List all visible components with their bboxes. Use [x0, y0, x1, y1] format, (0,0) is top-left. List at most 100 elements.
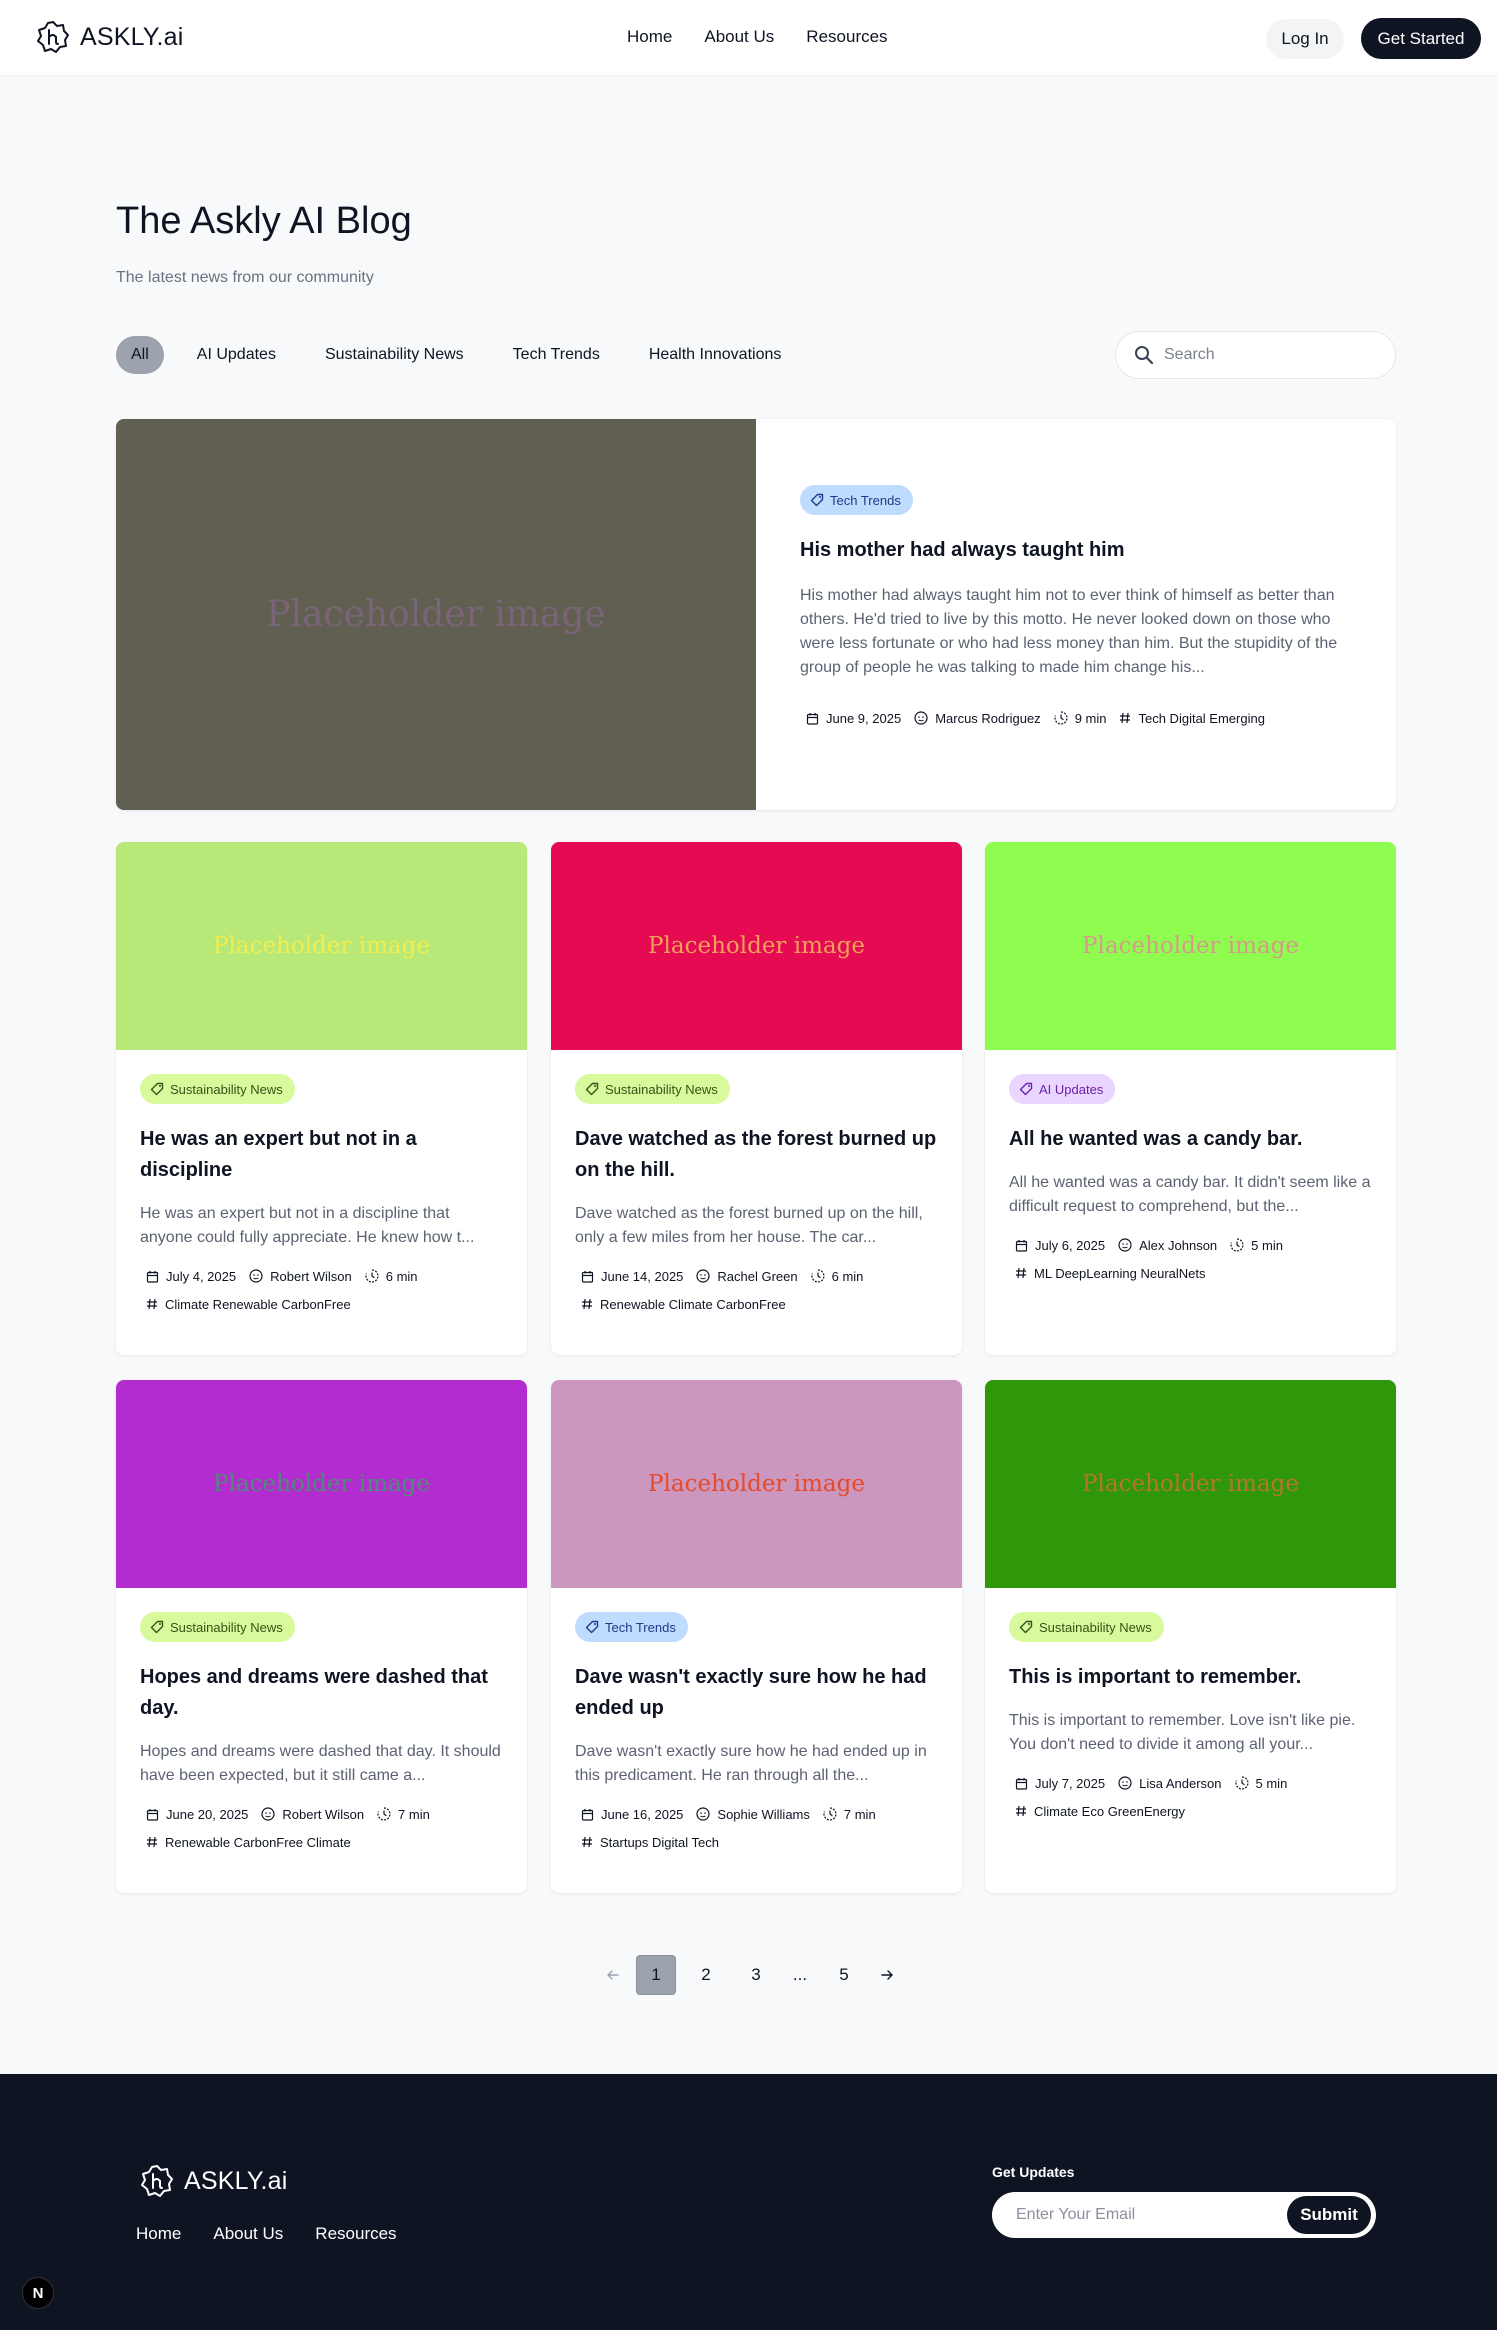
arrow-left-icon — [607, 1970, 619, 1980]
post-image: Placeholder image — [551, 1380, 962, 1588]
tag-icon — [150, 1620, 164, 1634]
nav-resources[interactable]: Resources — [806, 27, 887, 47]
footer-brand-name: ASKLY.ai — [184, 2166, 288, 2195]
post-meta: June 20, 2025 Robert Wilson 7 min Renewable… — [140, 1806, 503, 1850]
footer-nav-resources[interactable]: Resources — [315, 2224, 396, 2244]
tag-icon — [810, 493, 824, 507]
filter-sustainability-news[interactable]: Sustainability News — [309, 336, 480, 374]
post-card[interactable]: Placeholder image Tech Trends Dave wasn't … — [551, 1380, 962, 1893]
user-icon — [261, 1807, 276, 1821]
post-tag-label: Sustainability News — [1039, 1619, 1152, 1635]
search-placeholder: Search — [1164, 346, 1215, 363]
post-meta: July 7, 2025 Lisa Anderson 5 min Climate Ec… — [1009, 1775, 1372, 1819]
post-date: June 14, 2025 — [601, 1268, 684, 1284]
post-tag[interactable]: Sustainability News — [1009, 1612, 1164, 1642]
featured-author: Marcus Rodriguez — [935, 710, 1041, 726]
calendar-icon — [581, 1808, 594, 1821]
calendar-icon — [146, 1270, 159, 1283]
nav-home[interactable]: Home — [627, 27, 672, 47]
filter-ai-updates[interactable]: AI Updates — [181, 336, 292, 374]
post-read-time: 7 min — [398, 1806, 430, 1822]
post-title[interactable]: Dave wasn't exactly sure how he had ende… — [575, 1662, 938, 1724]
post-read-time: 5 min — [1251, 1237, 1283, 1253]
filter-all[interactable]: All — [116, 336, 164, 374]
page-ellipsis: ... — [792, 1965, 808, 1984]
clock-icon — [1234, 1776, 1249, 1790]
post-tag[interactable]: Sustainability News — [140, 1074, 295, 1104]
post-image-text: Placeholder image — [648, 933, 865, 959]
post-excerpt: Hopes and dreams were dashed that day. I… — [140, 1743, 501, 1784]
email-field[interactable]: Enter Your Email — [1016, 2206, 1135, 2224]
page-2-button[interactable]: 2 — [686, 1955, 726, 1995]
post-title[interactable]: Dave watched as the forest burned up on … — [575, 1124, 938, 1186]
post-image-text: Placeholder image — [1082, 1471, 1299, 1497]
search-input[interactable]: Search — [1115, 331, 1396, 379]
post-meta: June 14, 2025 Rachel Green 6 min Renewable … — [575, 1268, 938, 1312]
post-card[interactable]: Placeholder image Sustainability News He w… — [116, 842, 527, 1355]
post-author: Robert Wilson — [282, 1806, 365, 1822]
featured-tag[interactable]: Tech Trends — [800, 485, 913, 515]
hashtag-icon — [582, 1836, 592, 1848]
user-icon — [914, 711, 928, 725]
footer-nav-about-us[interactable]: About Us — [213, 2224, 283, 2244]
post-date: July 4, 2025 — [166, 1268, 237, 1284]
post-tag-label: AI Updates — [1039, 1081, 1104, 1097]
post-keywords: Renewable CarbonFree Climate — [165, 1834, 351, 1850]
post-image: Placeholder image — [551, 842, 962, 1050]
tag-icon — [585, 1620, 599, 1634]
brand-logo[interactable]: ASKLY.ai — [36, 20, 184, 54]
post-body: Sustainability News Hopes and dreams were… — [116, 1588, 527, 1850]
clock-icon — [377, 1807, 391, 1821]
brand-mark-icon — [37, 21, 69, 53]
post-keywords: Climate Eco GreenEnergy — [1034, 1803, 1186, 1819]
post-title[interactable]: Hopes and dreams were dashed that day. — [140, 1662, 503, 1724]
featured-image-text: Placeholder image — [266, 594, 606, 635]
filter-tech-trends[interactable]: Tech Trends — [497, 336, 616, 374]
login-button[interactable]: Log In — [1266, 19, 1344, 59]
post-card[interactable]: Placeholder image Sustainability News Dave… — [551, 842, 962, 1355]
calendar-icon — [581, 1270, 594, 1283]
page-3-button[interactable]: 3 — [736, 1955, 776, 1995]
post-tag-label: Sustainability News — [170, 1619, 283, 1635]
dev-badge[interactable]: N — [22, 2277, 54, 2309]
post-card[interactable]: Placeholder image AI Updates All he wanted… — [985, 842, 1396, 1355]
user-icon — [1118, 1776, 1132, 1790]
next-page-button[interactable] — [874, 1955, 900, 1995]
post-keywords: Startups Digital Tech — [600, 1834, 719, 1850]
post-card[interactable]: Placeholder image Sustainability News This… — [985, 1380, 1396, 1893]
get-started-button[interactable]: Get Started — [1361, 18, 1481, 59]
pagination: 1 2 3 ... 5 — [600, 1955, 910, 1995]
category-filters: All AI Updates Sustainability News Tech … — [116, 336, 814, 374]
post-body: Sustainability News Dave watched as the f… — [551, 1050, 962, 1312]
hashtag-icon — [1016, 1267, 1026, 1279]
post-tag[interactable]: Sustainability News — [575, 1074, 730, 1104]
post-title[interactable]: All he wanted was a candy bar. — [1009, 1124, 1372, 1155]
submit-button[interactable]: Submit — [1287, 2196, 1371, 2234]
hashtag-icon — [147, 1836, 157, 1848]
post-image: Placeholder image — [985, 1380, 1396, 1588]
filter-health-innovations[interactable]: Health Innovations — [633, 336, 798, 374]
post-title[interactable]: This is important to remember. — [1009, 1662, 1372, 1693]
footer-nav-home[interactable]: Home — [136, 2224, 181, 2244]
post-image-text: Placeholder image — [213, 933, 430, 959]
hashtag-icon — [1120, 712, 1131, 724]
footer-brand-logo[interactable]: ASKLY.ai — [140, 2164, 288, 2198]
post-tag[interactable]: Sustainability News — [140, 1612, 295, 1642]
post-card[interactable]: Placeholder image Sustainability News Hope… — [116, 1380, 527, 1893]
hashtag-icon — [1016, 1805, 1026, 1817]
post-tag[interactable]: AI Updates — [1009, 1074, 1116, 1104]
page-title: The Askly AI Blog — [116, 200, 412, 242]
featured-title[interactable]: His mother had always taught him — [800, 539, 1356, 562]
post-title[interactable]: He was an expert but not in a discipline — [140, 1124, 503, 1186]
clock-icon — [365, 1269, 379, 1283]
post-body: Tech Trends Dave wasn't exactly sure how … — [551, 1588, 962, 1850]
featured-excerpt: His mother had always taught him not to … — [800, 587, 1338, 676]
page-1-button[interactable]: 1 — [636, 1955, 676, 1995]
post-author: Alex Johnson — [1139, 1237, 1218, 1253]
post-image-text: Placeholder image — [648, 1471, 865, 1497]
nav-about-us[interactable]: About Us — [704, 27, 774, 47]
page-5-button[interactable]: 5 — [824, 1955, 864, 1995]
post-tag[interactable]: Tech Trends — [575, 1612, 688, 1642]
featured-post[interactable]: Placeholder image Tech Trends His mother… — [116, 419, 1396, 810]
prev-page-button[interactable] — [600, 1955, 626, 1995]
